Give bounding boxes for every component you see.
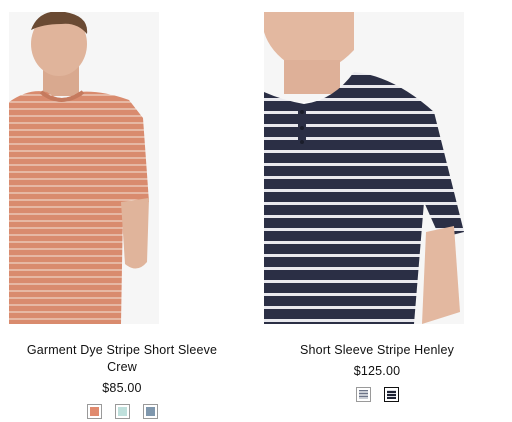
swatch-aqua[interactable] xyxy=(114,404,130,419)
product-title-link[interactable]: Garment Dye Stripe Short Sleeve Crew xyxy=(9,342,235,376)
color-swatches xyxy=(264,387,490,402)
color-swatches xyxy=(9,404,235,419)
swatch-fill xyxy=(117,407,127,416)
swatch-navy-stripe[interactable] xyxy=(383,387,399,402)
product-image-link[interactable] xyxy=(264,12,490,324)
product-price: $125.00 xyxy=(353,364,401,378)
product-photo xyxy=(9,12,235,324)
product-card: Short Sleeve Stripe Henley $125.00 xyxy=(264,12,490,402)
product-title-link[interactable]: Short Sleeve Stripe Henley xyxy=(264,342,490,359)
swatch-fill xyxy=(386,390,396,399)
swatch-fill xyxy=(358,390,368,399)
swatch-slate-blue[interactable] xyxy=(142,404,158,419)
product-image-link[interactable] xyxy=(9,12,235,324)
swatch-light-gray-stripe[interactable] xyxy=(355,387,371,402)
swatch-fill xyxy=(89,407,99,416)
product-price: $85.00 xyxy=(102,381,142,395)
product-card: Garment Dye Stripe Short Sleeve Crew $85… xyxy=(9,12,235,419)
product-grid: Garment Dye Stripe Short Sleeve Crew $85… xyxy=(0,0,512,422)
swatch-coral[interactable] xyxy=(86,404,102,419)
swatch-fill xyxy=(145,407,155,416)
product-photo xyxy=(264,12,490,324)
